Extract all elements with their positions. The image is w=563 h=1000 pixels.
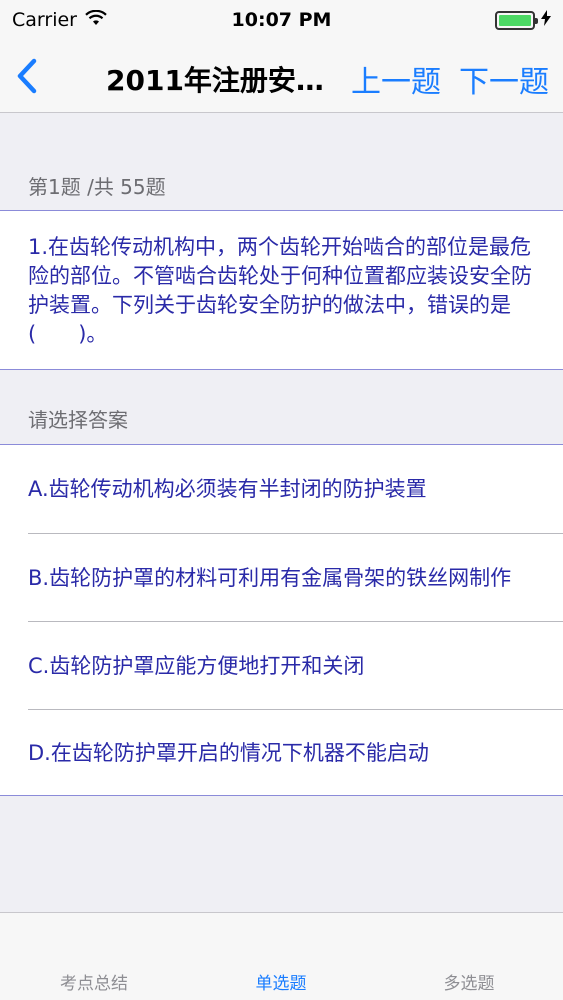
option-c[interactable]: C.齿轮防护罩应能方便地打开和关闭 <box>28 622 563 709</box>
option-label: C.齿轮防护罩应能方便地打开和关闭 <box>28 653 365 678</box>
chevron-left-icon <box>17 58 37 94</box>
option-b[interactable]: B.齿轮防护罩的材料可利用有金属骨架的铁丝网制作 <box>28 534 563 621</box>
question-text: 1.在齿轮传动机构中，两个齿轮开始啮合的部位是最危险的部位。不管啮合齿轮处于何种… <box>28 235 532 346</box>
prev-question-button[interactable]: 上一题 <box>351 57 441 101</box>
option-d[interactable]: D.在齿轮防护罩开启的情况下机器不能启动 <box>28 710 563 796</box>
tab-single-label: 单选题 <box>255 974 307 994</box>
option-label: B.齿轮防护罩的材料可利用有金属骨架的铁丝网制作 <box>28 565 512 590</box>
tab-bar: 考点总结 单选题 多选题 <box>0 912 563 1000</box>
answer-header: 请选择答案 <box>28 407 128 432</box>
options-panel: A.齿轮传动机构必须装有半封闭的防护装置 B.齿轮防护罩的材料可利用有金属骨架的… <box>0 444 563 796</box>
tab-summary[interactable]: 考点总结 <box>14 969 174 994</box>
option-a[interactable]: A.齿轮传动机构必须装有半封闭的防护装置 <box>28 445 563 533</box>
tab-multi-label: 多选题 <box>443 974 495 994</box>
navigation-bar: 2011年注册安… 上一题 下一题 <box>0 40 563 113</box>
battery-icon <box>495 10 538 30</box>
option-label: D.在齿轮防护罩开启的情况下机器不能启动 <box>28 741 429 765</box>
option-label: A.齿轮传动机构必须装有半封闭的防护装置 <box>28 477 427 501</box>
charging-icon <box>541 9 551 31</box>
question-progress: 第1题 /共 55题 <box>28 174 166 199</box>
tab-multi-choice[interactable]: 多选题 <box>389 969 549 994</box>
question-progress-row: 第1题 /共 55题 <box>0 160 563 210</box>
tab-single-choice[interactable]: 单选题 <box>201 969 361 994</box>
wifi-icon <box>85 9 107 31</box>
carrier-label: Carrier <box>12 9 77 31</box>
status-bar: Carrier 10:07 PM <box>0 0 563 40</box>
answer-header-row: 请选择答案 <box>0 392 563 444</box>
tab-summary-label: 考点总结 <box>60 974 128 994</box>
page-title: 2011年注册安… <box>106 64 324 97</box>
back-button[interactable] <box>10 56 44 96</box>
question-panel: 1.在齿轮传动机构中，两个齿轮开始啮合的部位是最危险的部位。不管啮合齿轮处于何种… <box>0 210 563 370</box>
next-question-button[interactable]: 下一题 <box>459 57 549 101</box>
